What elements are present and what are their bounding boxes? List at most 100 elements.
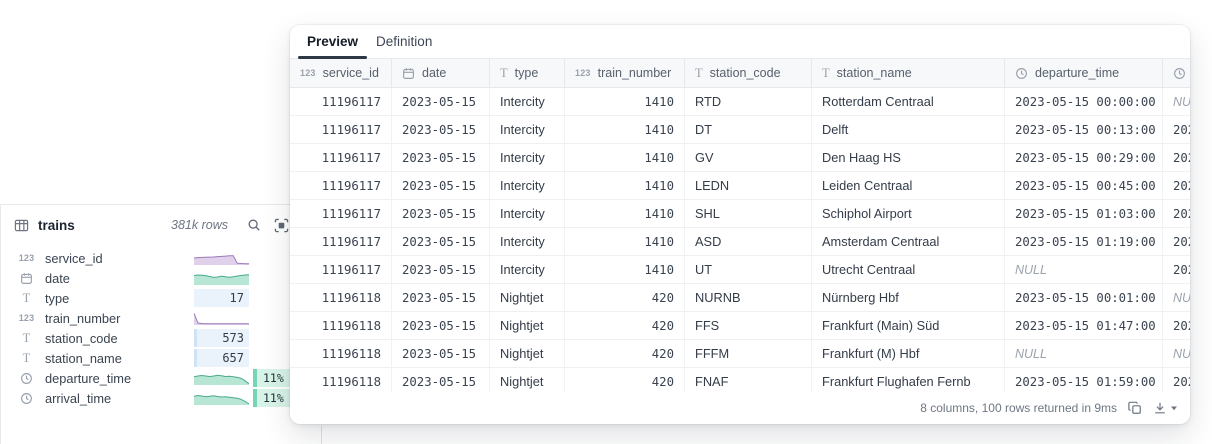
cell-station_name[interactable]: Frankfurt (M) Hbf [812, 340, 1005, 367]
cell-type[interactable]: Nightjet [490, 340, 565, 367]
tab-definition[interactable]: Definition [367, 25, 441, 58]
cell-service_id[interactable]: 11196118 [290, 368, 392, 392]
sidebar-column-type[interactable]: Ttype17 [1, 288, 302, 308]
cell-date[interactable]: 2023-05-15 [392, 88, 490, 115]
cell-departure_time[interactable]: 2023-05-15 00:29:00 [1005, 144, 1163, 171]
cell-station_code[interactable]: FNAF [685, 368, 812, 392]
tab-preview[interactable]: Preview [298, 25, 367, 58]
cell-train_number[interactable]: 1410 [565, 172, 685, 199]
sidebar-column-date[interactable]: date [1, 268, 302, 288]
cell-date[interactable]: 2023-05-15 [392, 116, 490, 143]
cell-station_code[interactable]: FFFM [685, 340, 812, 367]
cell-departure_time[interactable]: NULL [1005, 256, 1163, 283]
cell-service_id[interactable]: 11196117 [290, 172, 392, 199]
cell-station_name[interactable]: Schiphol Airport [812, 200, 1005, 227]
cell-arrival_time[interactable]: 2023-05-15 [1163, 200, 1190, 227]
cell-date[interactable]: 2023-05-15 [392, 256, 490, 283]
cell-departure_time[interactable]: NULL [1005, 340, 1163, 367]
cell-departure_time[interactable]: 2023-05-15 00:00:00 [1005, 88, 1163, 115]
cell-service_id[interactable]: 11196117 [290, 228, 392, 255]
cell-departure_time[interactable]: 2023-05-15 01:59:00 [1005, 368, 1163, 392]
cell-type[interactable]: Intercity [490, 144, 565, 171]
cell-arrival_time[interactable]: NULL [1163, 340, 1190, 367]
sidebar-column-station_name[interactable]: Tstation_name657 [1, 348, 302, 368]
cell-train_number[interactable]: 420 [565, 284, 685, 311]
cell-train_number[interactable]: 1410 [565, 144, 685, 171]
cell-type[interactable]: Intercity [490, 88, 565, 115]
cell-station_name[interactable]: Utrecht Centraal [812, 256, 1005, 283]
cell-train_number[interactable]: 1410 [565, 88, 685, 115]
sidebar-column-service_id[interactable]: 123service_id [1, 248, 302, 268]
copy-icon[interactable] [1128, 401, 1142, 415]
cell-station_name[interactable]: Nürnberg Hbf [812, 284, 1005, 311]
cell-type[interactable]: Intercity [490, 116, 565, 143]
cell-date[interactable]: 2023-05-15 [392, 340, 490, 367]
cell-date[interactable]: 2023-05-15 [392, 172, 490, 199]
cell-type[interactable]: Intercity [490, 200, 565, 227]
cell-station_name[interactable]: Leiden Centraal [812, 172, 1005, 199]
cell-arrival_time[interactable]: 2023-05-15 [1163, 116, 1190, 143]
cell-station_name[interactable]: Amsterdam Centraal [812, 228, 1005, 255]
cell-type[interactable]: Intercity [490, 172, 565, 199]
cell-service_id[interactable]: 11196117 [290, 256, 392, 283]
cell-type[interactable]: Nightjet [490, 284, 565, 311]
cell-train_number[interactable]: 420 [565, 368, 685, 392]
cell-service_id[interactable]: 11196117 [290, 144, 392, 171]
cell-service_id[interactable]: 11196117 [290, 116, 392, 143]
cell-arrival_time[interactable]: NULL [1163, 284, 1190, 311]
cell-train_number[interactable]: 1410 [565, 228, 685, 255]
export-button[interactable] [1153, 401, 1178, 415]
cell-date[interactable]: 2023-05-15 [392, 368, 490, 392]
cell-departure_time[interactable]: 2023-05-15 01:19:00 [1005, 228, 1163, 255]
cell-date[interactable]: 2023-05-15 [392, 312, 490, 339]
cell-station_code[interactable]: NURNB [685, 284, 812, 311]
column-header-station_code[interactable]: Tstation_code [685, 59, 812, 87]
cell-date[interactable]: 2023-05-15 [392, 228, 490, 255]
cell-service_id[interactable]: 11196118 [290, 312, 392, 339]
cell-station_code[interactable]: LEDN [685, 172, 812, 199]
cell-service_id[interactable]: 11196117 [290, 200, 392, 227]
sidebar-column-departure_time[interactable]: departure_time11% [1, 368, 302, 388]
cell-station_name[interactable]: Delft [812, 116, 1005, 143]
cell-train_number[interactable]: 1410 [565, 256, 685, 283]
cell-arrival_time[interactable]: 2023-05-15 [1163, 312, 1190, 339]
search-icon[interactable] [247, 218, 261, 232]
sidebar-column-station_code[interactable]: Tstation_code573 [1, 328, 302, 348]
cell-date[interactable]: 2023-05-15 [392, 200, 490, 227]
cell-station_code[interactable]: UT [685, 256, 812, 283]
cell-arrival_time[interactable]: NULL [1163, 88, 1190, 115]
column-header-service_id[interactable]: 123service_id [290, 59, 392, 87]
cell-train_number[interactable]: 1410 [565, 116, 685, 143]
cell-arrival_time[interactable]: 2023-05-15 [1163, 144, 1190, 171]
cell-arrival_time[interactable]: 2023-05-15 [1163, 172, 1190, 199]
cell-train_number[interactable]: 420 [565, 340, 685, 367]
cell-arrival_time[interactable]: 2023-05-15 [1163, 256, 1190, 283]
cell-service_id[interactable]: 11196118 [290, 284, 392, 311]
sidebar-column-train_number[interactable]: 123train_number [1, 308, 302, 328]
column-header-station_name[interactable]: Tstation_name [812, 59, 1005, 87]
cell-train_number[interactable]: 420 [565, 312, 685, 339]
cell-station_name[interactable]: Den Haag HS [812, 144, 1005, 171]
cell-station_name[interactable]: Frankfurt (Main) Süd [812, 312, 1005, 339]
cell-date[interactable]: 2023-05-15 [392, 284, 490, 311]
cell-station_name[interactable]: Frankfurt Flughafen Fernb [812, 368, 1005, 392]
cell-train_number[interactable]: 1410 [565, 200, 685, 227]
cell-departure_time[interactable]: 2023-05-15 00:01:00 [1005, 284, 1163, 311]
cell-station_name[interactable]: Rotterdam Centraal [812, 88, 1005, 115]
cell-type[interactable]: Intercity [490, 256, 565, 283]
focus-table-icon[interactable] [274, 218, 289, 233]
cell-type[interactable]: Intercity [490, 228, 565, 255]
cell-station_code[interactable]: GV [685, 144, 812, 171]
cell-service_id[interactable]: 11196117 [290, 88, 392, 115]
cell-station_code[interactable]: RTD [685, 88, 812, 115]
cell-departure_time[interactable]: 2023-05-15 01:47:00 [1005, 312, 1163, 339]
column-header-departure_time[interactable]: departure_time [1005, 59, 1163, 87]
cell-departure_time[interactable]: 2023-05-15 00:45:00 [1005, 172, 1163, 199]
cell-station_code[interactable]: FFS [685, 312, 812, 339]
cell-arrival_time[interactable]: 2023-05-15 [1163, 368, 1190, 392]
cell-type[interactable]: Nightjet [490, 368, 565, 392]
cell-station_code[interactable]: ASD [685, 228, 812, 255]
cell-date[interactable]: 2023-05-15 [392, 144, 490, 171]
cell-station_code[interactable]: SHL [685, 200, 812, 227]
sidebar-column-arrival_time[interactable]: arrival_time11% [1, 388, 302, 408]
